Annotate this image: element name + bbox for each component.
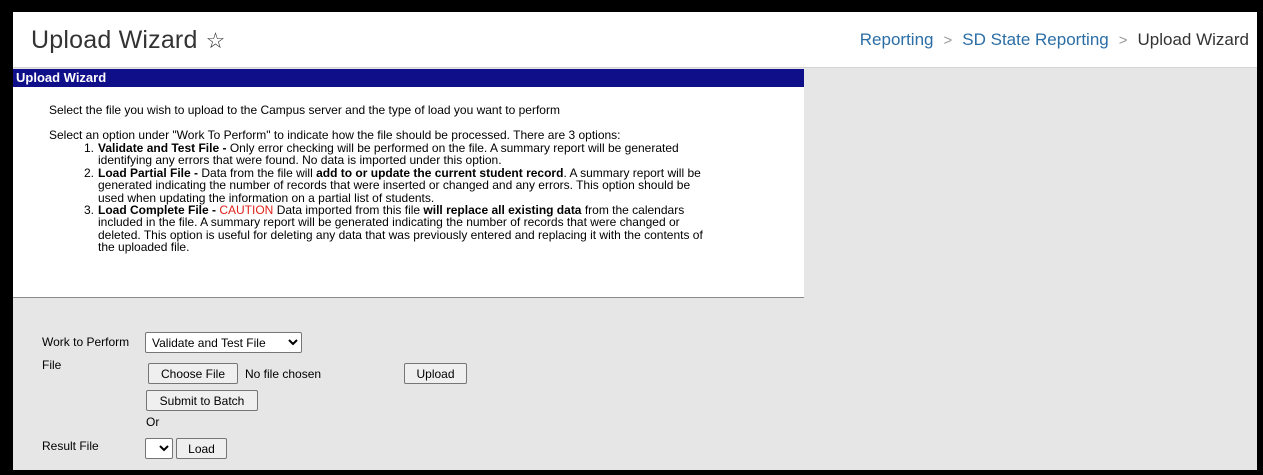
upload-wizard-panel: Upload Wizard Select the file you wish t…	[13, 69, 804, 297]
option-number: 3.	[83, 203, 94, 218]
page-title-group: Upload Wizard ☆	[31, 26, 226, 55]
load-button[interactable]: Load	[176, 438, 227, 459]
result-file-select[interactable]	[145, 438, 173, 459]
upload-button[interactable]: Upload	[404, 363, 467, 384]
list-item: 3. Load Complete File - CAUTION Data imp…	[13, 204, 804, 254]
breadcrumb-sd-state-reporting[interactable]: SD State Reporting	[962, 30, 1108, 50]
breadcrumb-reporting[interactable]: Reporting	[860, 30, 934, 50]
submit-to-batch-button[interactable]: Submit to Batch	[146, 390, 258, 411]
intro-text: Select the file you wish to upload to th…	[49, 103, 560, 117]
choose-file-button[interactable]: Choose File	[148, 363, 238, 384]
option-desc: the uploaded file.	[98, 240, 190, 255]
breadcrumb: Reporting > SD State Reporting > Upload …	[860, 30, 1249, 50]
breadcrumb-separator-icon: >	[1118, 31, 1128, 49]
panel-divider	[13, 297, 804, 298]
star-icon[interactable]: ☆	[206, 29, 226, 52]
option-number: 1.	[83, 141, 94, 155]
app-frame: Upload Wizard ☆ Reporting > SD State Rep…	[13, 12, 1257, 470]
page-header: Upload Wizard ☆ Reporting > SD State Rep…	[13, 12, 1257, 68]
result-file-label: Result File	[42, 439, 99, 453]
option-text: Load Partial File - Data from the file w…	[98, 167, 763, 204]
list-item: 2. Load Partial File - Data from the fil…	[13, 167, 804, 204]
no-file-chosen-text: No file chosen	[245, 367, 322, 381]
breadcrumb-current: Upload Wizard	[1137, 30, 1250, 49]
list-item: 1. Validate and Test File - Only error c…	[13, 142, 804, 167]
options-list: 1. Validate and Test File - Only error c…	[13, 142, 804, 254]
page-title: Upload Wizard	[31, 26, 198, 54]
option-text: Load Complete File - CAUTION Data import…	[98, 204, 763, 254]
option-text: Validate and Test File - Only error chec…	[98, 142, 763, 167]
option-number: 2.	[83, 165, 94, 180]
options-intro-text: Select an option under "Work To Perform"…	[49, 128, 621, 142]
work-to-perform-select[interactable]: Validate and Test File	[145, 332, 302, 353]
panel-title: Upload Wizard	[13, 69, 804, 87]
breadcrumb-separator-icon: >	[943, 31, 953, 49]
or-text: Or	[146, 415, 160, 429]
file-label: File	[42, 358, 62, 372]
work-to-perform-label: Work to Perform	[42, 335, 130, 349]
